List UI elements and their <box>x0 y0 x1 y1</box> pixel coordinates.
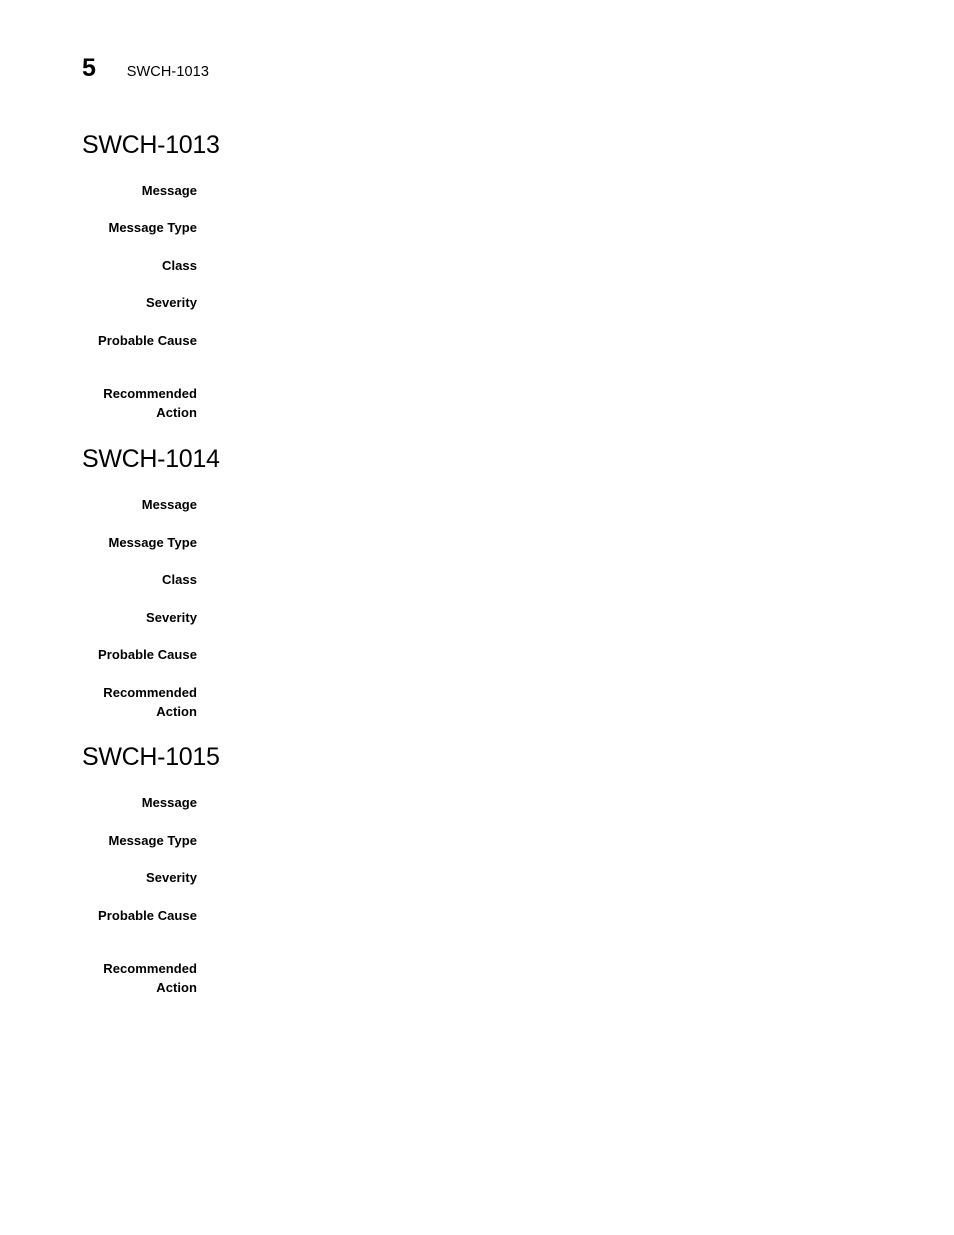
field-label: Message Type <box>108 220 197 235</box>
field-label: Recommended Action <box>103 685 197 719</box>
field-label: Recommended Action <box>103 961 197 995</box>
field-value <box>197 385 954 386</box>
field-row: Message Type <box>0 832 954 851</box>
field-label: Class <box>162 258 197 273</box>
field-value <box>197 182 954 183</box>
field-value <box>197 960 954 961</box>
field-value <box>197 907 954 908</box>
field-value <box>197 219 954 220</box>
field-row: Message Type <box>0 534 954 553</box>
field-row: Recommended Action <box>0 960 954 997</box>
field-row: Message <box>0 496 954 515</box>
field-value <box>197 496 954 497</box>
field-label: Severity <box>146 610 197 625</box>
running-header: 5 SWCH-1013 <box>82 56 209 81</box>
field-label: Class <box>162 572 197 587</box>
field-value <box>197 646 954 647</box>
field-value <box>197 332 954 333</box>
field-value <box>197 832 954 833</box>
field-value <box>197 257 954 258</box>
field-label: Probable Cause <box>98 647 197 662</box>
section-heading: SWCH-1014 <box>82 445 220 473</box>
field-value <box>197 534 954 535</box>
field-value <box>197 571 954 572</box>
field-row: Recommended Action <box>0 684 954 721</box>
field-label: Message <box>141 497 197 512</box>
section-heading: SWCH-1013 <box>82 131 220 159</box>
field-row: Severity <box>0 869 954 888</box>
running-header-title: SWCH-1013 <box>126 64 210 80</box>
field-row: Probable Cause <box>0 907 954 926</box>
field-label: Message <box>141 795 197 810</box>
field-label: Severity <box>146 295 197 310</box>
field-row: Probable Cause <box>0 646 954 665</box>
field-value <box>197 684 954 685</box>
field-label: Message Type <box>108 833 197 848</box>
field-label: Message <box>141 183 197 198</box>
field-value <box>197 794 954 795</box>
field-label: Message Type <box>108 535 197 550</box>
section-heading: SWCH-1015 <box>82 743 220 771</box>
page-number: 5 <box>82 54 96 82</box>
field-row: Probable Cause <box>0 332 954 351</box>
field-value <box>197 609 954 610</box>
field-row: Severity <box>0 294 954 313</box>
field-row: Message <box>0 182 954 201</box>
field-row: Class <box>0 571 954 590</box>
field-value <box>197 294 954 295</box>
field-value <box>197 869 954 870</box>
field-label: Severity <box>146 870 197 885</box>
document-page: 5 SWCH-1013 SWCH-1013 Message Message Type… <box>0 0 954 1235</box>
field-row: Message <box>0 794 954 813</box>
field-row: Severity <box>0 609 954 628</box>
field-row: Message Type <box>0 219 954 238</box>
field-row: Recommended Action <box>0 385 954 422</box>
field-label: Recommended Action <box>103 386 197 420</box>
field-row: Class <box>0 257 954 276</box>
field-label: Probable Cause <box>98 908 197 923</box>
field-label: Probable Cause <box>98 333 197 348</box>
